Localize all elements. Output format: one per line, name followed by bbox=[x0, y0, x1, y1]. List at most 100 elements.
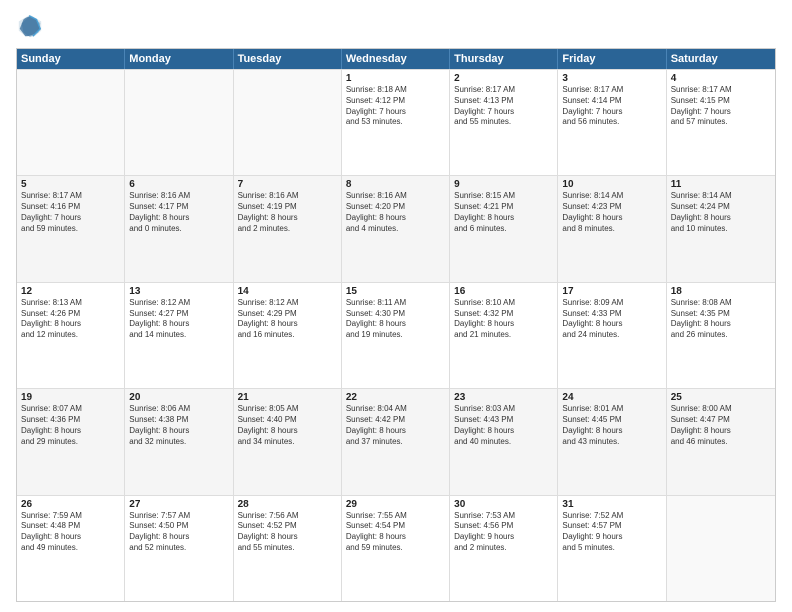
day-info: Sunrise: 8:17 AM Sunset: 4:13 PM Dayligh… bbox=[454, 85, 553, 128]
day-info: Sunrise: 8:14 AM Sunset: 4:24 PM Dayligh… bbox=[671, 191, 771, 234]
day-info: Sunrise: 8:16 AM Sunset: 4:20 PM Dayligh… bbox=[346, 191, 445, 234]
day-number: 28 bbox=[238, 499, 337, 510]
calendar-cell: 7Sunrise: 8:16 AM Sunset: 4:19 PM Daylig… bbox=[234, 176, 342, 281]
day-info: Sunrise: 8:16 AM Sunset: 4:17 PM Dayligh… bbox=[129, 191, 228, 234]
day-info: Sunrise: 8:06 AM Sunset: 4:38 PM Dayligh… bbox=[129, 404, 228, 447]
calendar-cell: 28Sunrise: 7:56 AM Sunset: 4:52 PM Dayli… bbox=[234, 496, 342, 601]
calendar-week: 5Sunrise: 8:17 AM Sunset: 4:16 PM Daylig… bbox=[17, 175, 775, 281]
day-info: Sunrise: 7:55 AM Sunset: 4:54 PM Dayligh… bbox=[346, 511, 445, 554]
logo bbox=[16, 12, 48, 40]
calendar-cell: 27Sunrise: 7:57 AM Sunset: 4:50 PM Dayli… bbox=[125, 496, 233, 601]
calendar-header-cell: Wednesday bbox=[342, 49, 450, 69]
calendar-week: 26Sunrise: 7:59 AM Sunset: 4:48 PM Dayli… bbox=[17, 495, 775, 601]
day-number: 5 bbox=[21, 179, 120, 190]
calendar-header-cell: Thursday bbox=[450, 49, 558, 69]
day-number: 10 bbox=[562, 179, 661, 190]
day-number: 2 bbox=[454, 73, 553, 84]
day-number: 20 bbox=[129, 392, 228, 403]
day-number: 13 bbox=[129, 286, 228, 297]
day-number: 9 bbox=[454, 179, 553, 190]
calendar-header-cell: Monday bbox=[125, 49, 233, 69]
calendar-header-row: SundayMondayTuesdayWednesdayThursdayFrid… bbox=[17, 49, 775, 69]
day-number: 8 bbox=[346, 179, 445, 190]
calendar-cell: 14Sunrise: 8:12 AM Sunset: 4:29 PM Dayli… bbox=[234, 283, 342, 388]
calendar-cell: 16Sunrise: 8:10 AM Sunset: 4:32 PM Dayli… bbox=[450, 283, 558, 388]
day-info: Sunrise: 7:57 AM Sunset: 4:50 PM Dayligh… bbox=[129, 511, 228, 554]
calendar-cell: 18Sunrise: 8:08 AM Sunset: 4:35 PM Dayli… bbox=[667, 283, 775, 388]
day-info: Sunrise: 8:11 AM Sunset: 4:30 PM Dayligh… bbox=[346, 298, 445, 341]
day-info: Sunrise: 8:12 AM Sunset: 4:29 PM Dayligh… bbox=[238, 298, 337, 341]
day-number: 18 bbox=[671, 286, 771, 297]
calendar-header-cell: Friday bbox=[558, 49, 666, 69]
day-info: Sunrise: 8:08 AM Sunset: 4:35 PM Dayligh… bbox=[671, 298, 771, 341]
calendar-cell: 21Sunrise: 8:05 AM Sunset: 4:40 PM Dayli… bbox=[234, 389, 342, 494]
calendar-week: 12Sunrise: 8:13 AM Sunset: 4:26 PM Dayli… bbox=[17, 282, 775, 388]
day-info: Sunrise: 8:01 AM Sunset: 4:45 PM Dayligh… bbox=[562, 404, 661, 447]
calendar-cell: 8Sunrise: 8:16 AM Sunset: 4:20 PM Daylig… bbox=[342, 176, 450, 281]
day-info: Sunrise: 8:09 AM Sunset: 4:33 PM Dayligh… bbox=[562, 298, 661, 341]
day-number: 23 bbox=[454, 392, 553, 403]
calendar-header-cell: Saturday bbox=[667, 49, 775, 69]
calendar-cell: 23Sunrise: 8:03 AM Sunset: 4:43 PM Dayli… bbox=[450, 389, 558, 494]
day-number: 19 bbox=[21, 392, 120, 403]
day-number: 6 bbox=[129, 179, 228, 190]
calendar-cell: 2Sunrise: 8:17 AM Sunset: 4:13 PM Daylig… bbox=[450, 70, 558, 175]
day-number: 15 bbox=[346, 286, 445, 297]
day-info: Sunrise: 8:07 AM Sunset: 4:36 PM Dayligh… bbox=[21, 404, 120, 447]
day-number: 30 bbox=[454, 499, 553, 510]
calendar-cell: 11Sunrise: 8:14 AM Sunset: 4:24 PM Dayli… bbox=[667, 176, 775, 281]
calendar-cell: 4Sunrise: 8:17 AM Sunset: 4:15 PM Daylig… bbox=[667, 70, 775, 175]
calendar: SundayMondayTuesdayWednesdayThursdayFrid… bbox=[16, 48, 776, 602]
day-number: 25 bbox=[671, 392, 771, 403]
calendar-cell: 6Sunrise: 8:16 AM Sunset: 4:17 PM Daylig… bbox=[125, 176, 233, 281]
calendar-cell: 17Sunrise: 8:09 AM Sunset: 4:33 PM Dayli… bbox=[558, 283, 666, 388]
day-number: 16 bbox=[454, 286, 553, 297]
calendar-cell: 29Sunrise: 7:55 AM Sunset: 4:54 PM Dayli… bbox=[342, 496, 450, 601]
calendar-cell: 20Sunrise: 8:06 AM Sunset: 4:38 PM Dayli… bbox=[125, 389, 233, 494]
calendar-cell: 15Sunrise: 8:11 AM Sunset: 4:30 PM Dayli… bbox=[342, 283, 450, 388]
calendar-header-cell: Sunday bbox=[17, 49, 125, 69]
day-number: 12 bbox=[21, 286, 120, 297]
calendar-cell: 5Sunrise: 8:17 AM Sunset: 4:16 PM Daylig… bbox=[17, 176, 125, 281]
calendar-cell: 3Sunrise: 8:17 AM Sunset: 4:14 PM Daylig… bbox=[558, 70, 666, 175]
day-info: Sunrise: 8:03 AM Sunset: 4:43 PM Dayligh… bbox=[454, 404, 553, 447]
calendar-cell bbox=[125, 70, 233, 175]
calendar-cell: 1Sunrise: 8:18 AM Sunset: 4:12 PM Daylig… bbox=[342, 70, 450, 175]
calendar-header-cell: Tuesday bbox=[234, 49, 342, 69]
header bbox=[16, 12, 776, 40]
calendar-week: 1Sunrise: 8:18 AM Sunset: 4:12 PM Daylig… bbox=[17, 69, 775, 175]
day-info: Sunrise: 7:59 AM Sunset: 4:48 PM Dayligh… bbox=[21, 511, 120, 554]
day-number: 27 bbox=[129, 499, 228, 510]
day-info: Sunrise: 8:15 AM Sunset: 4:21 PM Dayligh… bbox=[454, 191, 553, 234]
calendar-cell: 25Sunrise: 8:00 AM Sunset: 4:47 PM Dayli… bbox=[667, 389, 775, 494]
day-info: Sunrise: 8:12 AM Sunset: 4:27 PM Dayligh… bbox=[129, 298, 228, 341]
day-number: 26 bbox=[21, 499, 120, 510]
calendar-cell: 12Sunrise: 8:13 AM Sunset: 4:26 PM Dayli… bbox=[17, 283, 125, 388]
calendar-cell: 31Sunrise: 7:52 AM Sunset: 4:57 PM Dayli… bbox=[558, 496, 666, 601]
day-number: 31 bbox=[562, 499, 661, 510]
day-info: Sunrise: 8:18 AM Sunset: 4:12 PM Dayligh… bbox=[346, 85, 445, 128]
day-info: Sunrise: 8:16 AM Sunset: 4:19 PM Dayligh… bbox=[238, 191, 337, 234]
calendar-cell bbox=[667, 496, 775, 601]
day-number: 1 bbox=[346, 73, 445, 84]
day-number: 21 bbox=[238, 392, 337, 403]
day-number: 7 bbox=[238, 179, 337, 190]
calendar-cell: 30Sunrise: 7:53 AM Sunset: 4:56 PM Dayli… bbox=[450, 496, 558, 601]
day-number: 17 bbox=[562, 286, 661, 297]
day-info: Sunrise: 8:00 AM Sunset: 4:47 PM Dayligh… bbox=[671, 404, 771, 447]
calendar-body: 1Sunrise: 8:18 AM Sunset: 4:12 PM Daylig… bbox=[17, 69, 775, 601]
logo-icon bbox=[16, 12, 44, 40]
day-number: 29 bbox=[346, 499, 445, 510]
day-info: Sunrise: 8:14 AM Sunset: 4:23 PM Dayligh… bbox=[562, 191, 661, 234]
calendar-cell: 22Sunrise: 8:04 AM Sunset: 4:42 PM Dayli… bbox=[342, 389, 450, 494]
calendar-cell: 13Sunrise: 8:12 AM Sunset: 4:27 PM Dayli… bbox=[125, 283, 233, 388]
calendar-week: 19Sunrise: 8:07 AM Sunset: 4:36 PM Dayli… bbox=[17, 388, 775, 494]
day-info: Sunrise: 8:13 AM Sunset: 4:26 PM Dayligh… bbox=[21, 298, 120, 341]
day-info: Sunrise: 8:17 AM Sunset: 4:15 PM Dayligh… bbox=[671, 85, 771, 128]
day-number: 22 bbox=[346, 392, 445, 403]
day-number: 24 bbox=[562, 392, 661, 403]
day-info: Sunrise: 7:53 AM Sunset: 4:56 PM Dayligh… bbox=[454, 511, 553, 554]
page: SundayMondayTuesdayWednesdayThursdayFrid… bbox=[0, 0, 792, 612]
day-number: 14 bbox=[238, 286, 337, 297]
day-info: Sunrise: 8:17 AM Sunset: 4:16 PM Dayligh… bbox=[21, 191, 120, 234]
